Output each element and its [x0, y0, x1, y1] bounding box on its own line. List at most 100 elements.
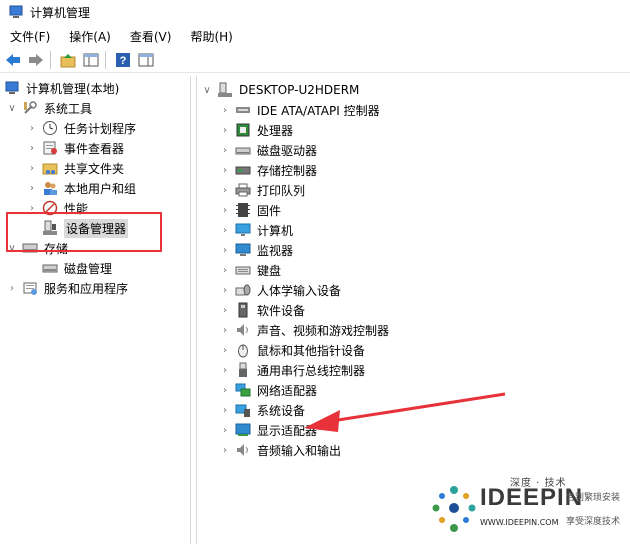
processor-icon [235, 122, 251, 138]
watermark: 深度 · 技术 IDEEPIN WWW.IDEEPIN.COM 告别繁琐安装 享… [424, 470, 630, 544]
device-category-label: 软件设备 [257, 303, 306, 318]
show-console-tree-icon[interactable] [81, 50, 101, 70]
menu-help[interactable]: 帮助(H) [180, 28, 241, 45]
computer-management-icon [4, 80, 20, 96]
computer-icon [235, 222, 251, 238]
chevron-right-icon[interactable]: › [219, 284, 231, 296]
tree-shared-folders[interactable]: › 共享文件夹 [26, 158, 124, 178]
computer-management-icon [8, 4, 24, 20]
chevron-down-icon[interactable]: ∨ [201, 84, 213, 96]
chevron-right-icon[interactable]: › [219, 424, 231, 436]
menu-action[interactable]: 操作(A) [59, 28, 120, 45]
toolbar-separator [50, 51, 51, 69]
chevron-right-icon[interactable]: › [219, 164, 231, 176]
watermark-url: WWW.IDEEPIN.COM [480, 518, 559, 527]
chevron-right-icon[interactable]: › [219, 244, 231, 256]
tree-event-viewer[interactable]: › 事件查看器 [26, 138, 124, 158]
chevron-down-icon[interactable]: ∨ [6, 102, 18, 114]
network-adapter-icon [235, 382, 251, 398]
chevron-right-icon[interactable]: › [26, 122, 38, 134]
chevron-right-icon[interactable]: › [219, 404, 231, 416]
chevron-right-icon[interactable]: › [219, 324, 231, 336]
monitor-icon [235, 242, 251, 258]
tree-local-users[interactable]: › 本地用户和组 [26, 178, 136, 198]
device-category[interactable]: › 键盘 [219, 260, 281, 280]
device-category-label: 打印队列 [257, 183, 306, 198]
menu-view[interactable]: 查看(V) [120, 28, 181, 45]
device-category-label: 音频输入和输出 [257, 443, 342, 458]
software-device-icon [235, 302, 251, 318]
back-arrow-icon[interactable] [3, 50, 23, 70]
chevron-right-icon[interactable]: › [219, 344, 231, 356]
forward-arrow-icon[interactable] [26, 50, 46, 70]
device-category[interactable]: › 固件 [219, 200, 281, 220]
device-category[interactable]: › 软件设备 [219, 300, 305, 320]
device-category[interactable]: › 通用串行总线控制器 [219, 360, 365, 380]
tools-icon [22, 100, 38, 116]
device-root[interactable]: ∨ DESKTOP-U2HDERM [201, 80, 359, 100]
device-category-label: 固件 [257, 203, 282, 218]
folder-up-icon[interactable] [58, 50, 78, 70]
device-category[interactable]: › 声音、视频和游戏控制器 [219, 320, 389, 340]
chevron-right-icon[interactable]: › [219, 144, 231, 156]
device-category[interactable]: › 计算机 [219, 220, 293, 240]
system-device-icon [235, 402, 251, 418]
device-category-label: 监视器 [257, 243, 294, 258]
chevron-right-icon[interactable]: › [219, 204, 231, 216]
chevron-right-icon[interactable]: › [26, 162, 38, 174]
tree-system-tools[interactable]: ∨ 系统工具 [6, 98, 92, 118]
chevron-right-icon[interactable]: › [6, 282, 18, 294]
device-category[interactable]: › 处理器 [219, 120, 293, 140]
chevron-right-icon[interactable]: › [219, 124, 231, 136]
device-category-label: 通用串行总线控制器 [257, 363, 366, 378]
chevron-right-icon[interactable]: › [219, 384, 231, 396]
device-category[interactable]: › 磁盘驱动器 [219, 140, 317, 160]
disk-management-icon [42, 260, 58, 276]
device-category-label: 声音、视频和游戏控制器 [257, 323, 390, 338]
device-category[interactable]: › 人体学输入设备 [219, 280, 341, 300]
display-adapter-icon [235, 422, 251, 438]
device-category-label: 人体学输入设备 [257, 283, 342, 298]
chevron-right-icon[interactable]: › [219, 444, 231, 456]
device-category[interactable]: › 打印队列 [219, 180, 305, 200]
device-category[interactable]: › 存储控制器 [219, 160, 317, 180]
device-category-label: 磁盘驱动器 [257, 143, 318, 158]
chevron-right-icon[interactable]: › [219, 264, 231, 276]
device-category[interactable]: › 音频输入和输出 [219, 440, 341, 460]
title-bar: 计算机管理 [0, 0, 630, 24]
clock-icon [42, 120, 58, 136]
device-category[interactable]: › 鼠标和其他指针设备 [219, 340, 365, 360]
hid-icon [235, 282, 251, 298]
tree-root[interactable]: 计算机管理(本地) [4, 78, 119, 98]
tree-task-scheduler[interactable]: › 任务计划程序 [26, 118, 136, 138]
window-title: 计算机管理 [30, 5, 91, 20]
audio-io-icon [235, 442, 251, 458]
chevron-right-icon[interactable]: › [219, 224, 231, 236]
tree-services-apps[interactable]: › 服务和应用程序 [6, 278, 128, 298]
usb-icon [235, 362, 251, 378]
menu-file[interactable]: 文件(F) [0, 28, 59, 45]
tree-disk-management-label: 磁盘管理 [64, 261, 113, 276]
desktop-computer-icon [217, 82, 233, 98]
help-icon[interactable]: ? [113, 50, 133, 70]
device-category[interactable]: › 监视器 [219, 240, 293, 260]
tree-task-scheduler-label: 任务计划程序 [64, 121, 137, 136]
ideepin-logo-icon [432, 486, 476, 532]
users-icon [42, 180, 58, 196]
tree-disk-management[interactable]: 磁盘管理 [42, 258, 112, 278]
chevron-right-icon[interactable]: › [219, 304, 231, 316]
firmware-icon [235, 202, 251, 218]
chevron-right-icon[interactable]: › [26, 182, 38, 194]
action-pane-icon[interactable] [136, 50, 156, 70]
device-category[interactable]: › 系统设备 [219, 400, 305, 420]
toolbar-separator [105, 51, 106, 69]
chevron-right-icon[interactable]: › [219, 364, 231, 376]
tree-services-apps-label: 服务和应用程序 [44, 281, 129, 296]
chevron-right-icon[interactable]: › [219, 184, 231, 196]
ide-controller-icon [235, 102, 251, 118]
device-category[interactable]: › IDE ATA/ATAPI 控制器 [219, 100, 380, 120]
chevron-right-icon[interactable]: › [219, 104, 231, 116]
chevron-right-icon[interactable]: › [26, 142, 38, 154]
storage-controller-icon [235, 162, 251, 178]
tree-root-label: 计算机管理(本地) [26, 81, 120, 96]
